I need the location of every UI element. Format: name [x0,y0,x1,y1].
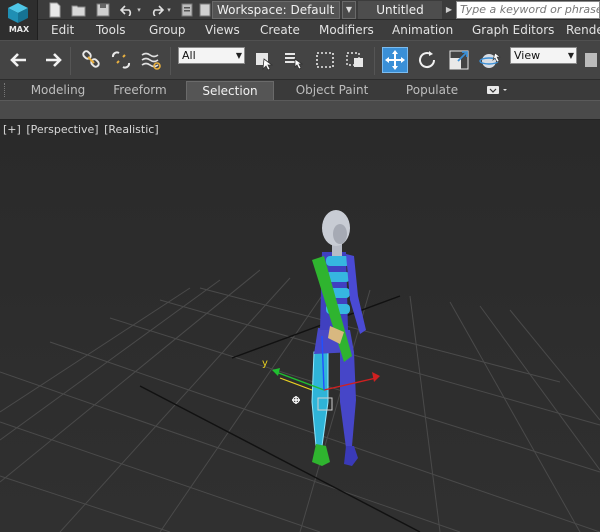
menu-bar: Edit Tools Group Views Create Modifiers … [38,20,600,40]
ribbon-panel-collapsed[interactable] [0,100,600,120]
viewport-scene[interactable] [0,120,600,532]
gizmo-y-axis-label: y [262,358,268,369]
infocenter-expand-icon[interactable]: ▶ [443,1,455,19]
viewport-shading-label[interactable]: [Realistic] [104,123,159,136]
open-file-icon[interactable] [70,1,88,19]
undo-icon[interactable] [8,47,34,73]
main-toolbar: All ▼ View ▼ [0,40,600,80]
grid-main-axes [139,295,421,532]
select-object-icon[interactable] [250,47,276,73]
select-and-scale-icon[interactable] [446,47,472,73]
place-object-icon[interactable] [478,47,504,73]
tab-freeform[interactable]: Freeform [102,81,178,100]
window-crossing-icon[interactable] [342,47,368,73]
toolbar-separator [374,47,375,75]
ribbon-grip-handle[interactable] [4,83,7,97]
bind-to-space-warp-icon[interactable] [138,47,164,73]
biped-character[interactable] [311,210,366,466]
rectangular-selection-region-icon[interactable] [312,47,338,73]
tab-object-paint[interactable]: Object Paint [284,81,380,100]
redo-icon[interactable] [38,47,64,73]
document-title: Untitled [358,1,442,19]
menu-animation[interactable]: Animation [392,20,453,40]
select-and-link-icon[interactable] [78,47,104,73]
menu-create[interactable]: Create [260,20,300,40]
tab-selection[interactable]: Selection [186,81,274,100]
workspace-selector[interactable]: Workspace: Default [212,1,340,19]
biped-right-foot [312,444,330,466]
toolbar-separator [170,47,171,75]
project-folder-icon[interactable] [178,1,196,19]
home-grid [0,269,600,532]
menu-views[interactable]: Views [205,20,240,40]
max-logo-icon [8,3,28,23]
viewport-menu-label[interactable]: [+] [3,123,21,136]
toolbar-separator [70,47,71,75]
new-file-icon[interactable] [46,1,64,19]
select-and-move-icon[interactable] [382,47,408,73]
menu-group[interactable]: Group [149,20,186,40]
ribbon-options-icon[interactable] [486,84,510,96]
app-logo-text: MAX [8,25,30,34]
menu-modifiers[interactable]: Modifiers [319,20,374,40]
search-input[interactable]: Type a keyword or phrase [456,1,600,19]
undo-dropdown-icon[interactable]: ▾ [134,1,144,19]
workspace-dropdown-icon[interactable]: ▼ [342,1,356,19]
redo-dropdown-icon[interactable]: ▾ [164,1,174,19]
reference-coordinate-dropdown[interactable]: View ▼ [510,47,577,64]
reference-coordinate-value: View [514,49,541,62]
menu-graph-editors[interactable]: Graph Editors [472,20,554,40]
application-button[interactable]: MAX [0,0,38,40]
menu-tools[interactable]: Tools [96,20,126,40]
viewport-point-of-view-label[interactable]: [Perspective] [26,123,98,136]
ribbon-tab-bar: Modeling Freeform Selection Object Paint… [0,80,600,100]
tab-modeling[interactable]: Modeling [14,81,102,100]
chevron-down-icon: ▼ [235,51,242,60]
perspective-viewport[interactable]: [+] [Perspective] [Realistic] y [0,120,600,532]
menu-rendering[interactable]: Rende [566,20,600,40]
biped-right-leg [311,351,329,447]
menu-edit[interactable]: Edit [51,20,74,40]
biped-left-thigh [340,350,356,448]
chevron-down-icon: ▼ [567,51,574,60]
selection-filter-dropdown[interactable]: All ▼ [178,47,245,64]
biped-left-foot [344,446,358,466]
pivot-center-icon[interactable] [582,47,600,73]
tab-populate[interactable]: Populate [392,81,472,100]
viewport-label-bar: [+] [Perspective] [Realistic] [3,123,161,136]
select-and-rotate-icon[interactable] [414,47,440,73]
selection-filter-value: All [182,49,196,62]
unlink-selection-icon[interactable] [108,47,134,73]
select-by-name-icon[interactable] [280,47,306,73]
save-file-icon[interactable] [94,1,112,19]
